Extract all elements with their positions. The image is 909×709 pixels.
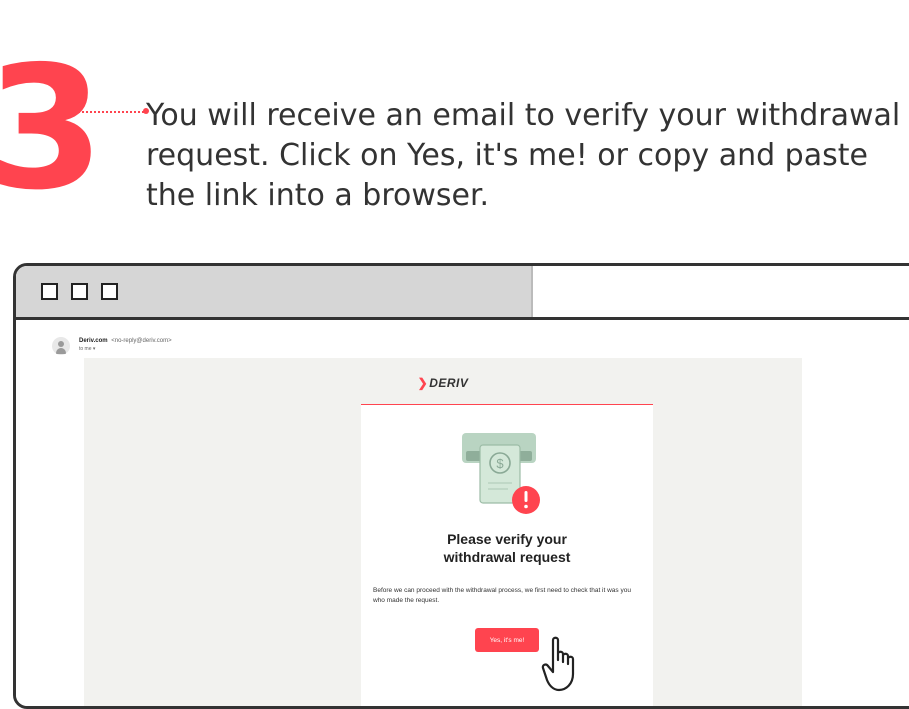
email-title-line1: Please verify your	[447, 531, 567, 547]
hand-pointer-icon	[541, 636, 575, 692]
deriv-wordmark: DERIV	[429, 376, 469, 390]
email-title-line2: withdrawal request	[443, 549, 571, 565]
sender-email: <no-reply@deriv.com>	[111, 338, 172, 344]
step-leader-line	[62, 111, 144, 113]
cash-withdrawal-icon: $	[462, 433, 540, 514]
step-instruction: You will receive an email to verify your…	[146, 98, 901, 213]
browser-window: Deriv.com <no-reply@deriv.com> to me ▾ ❯…	[13, 263, 909, 709]
sender-name: Deriv.com	[79, 338, 108, 344]
sender-line: Deriv.com <no-reply@deriv.com>	[79, 337, 172, 345]
browser-titlebar	[16, 266, 909, 320]
deriv-chevron-icon: ❯	[417, 376, 429, 390]
step-number: 3	[0, 30, 105, 228]
window-button-icon[interactable]	[101, 283, 118, 300]
email-body-text: Before we can proceed with the withdrawa…	[373, 587, 631, 604]
deriv-logo: ❯DERIV	[84, 376, 802, 390]
email-view: Deriv.com <no-reply@deriv.com> to me ▾ ❯…	[16, 320, 909, 706]
yes-its-me-button[interactable]: Yes, it's me!	[475, 628, 539, 652]
svg-text:$: $	[496, 456, 504, 471]
email-title: Please verify your withdrawal request	[361, 530, 653, 566]
browser-tab[interactable]	[16, 266, 533, 317]
recipient-dropdown[interactable]: to me ▾	[79, 346, 95, 352]
email-body-frame: ❯DERIV $ Please verify your withdrawal re…	[84, 358, 802, 706]
window-button-icon[interactable]	[71, 283, 88, 300]
sender-avatar-icon	[52, 337, 70, 355]
email-card: $ Please verify your withdrawal request B…	[361, 404, 653, 706]
window-button-icon[interactable]	[41, 283, 58, 300]
